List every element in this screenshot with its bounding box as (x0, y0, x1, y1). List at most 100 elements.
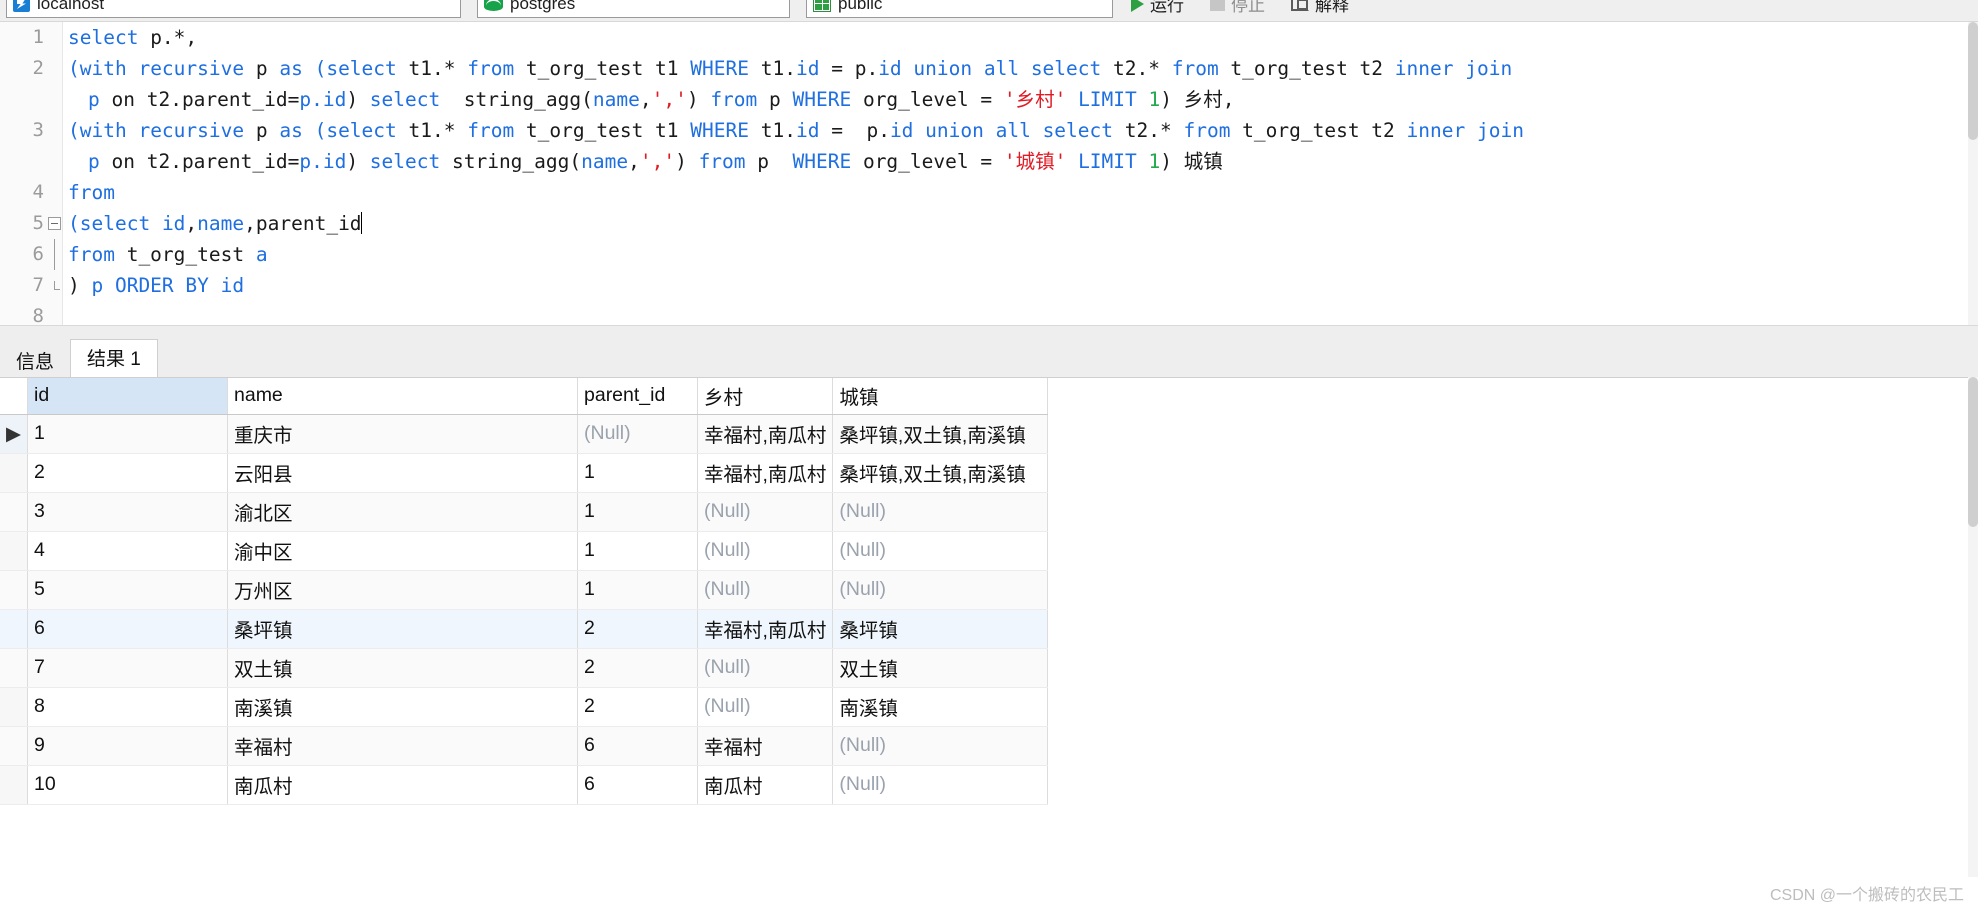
stop-button[interactable]: 停止 (1202, 0, 1273, 19)
sql-code[interactable]: 1 select p.*, 2 (with recursive p as (selec… (0, 22, 1978, 325)
cell-xiangcun[interactable]: (Null) (697, 492, 834, 532)
table-row[interactable]: 9 幸福村 6 幸福村 (Null) (0, 726, 1049, 766)
connection-selector[interactable]: localhost (6, 0, 461, 18)
cell-chengzhen[interactable]: 桑坪镇 (832, 609, 1049, 649)
editor-scroll-thumb[interactable] (1968, 22, 1978, 140)
cell-xiangcun[interactable]: (Null) (697, 570, 834, 610)
cell-name[interactable]: 双土镇 (227, 648, 578, 688)
database-selector[interactable]: postgres (477, 0, 790, 18)
schema-selector[interactable]: public (806, 0, 1113, 18)
table-row[interactable]: 4 渝中区 1 (Null) (Null) (0, 531, 1049, 571)
table-row[interactable]: 2 云阳县 1 幸福村,南瓜村 桑坪镇,双土镇,南溪镇 (0, 453, 1049, 493)
result-tab[interactable]: 结果 1 (70, 339, 158, 377)
cell-chengzhen[interactable]: (Null) (832, 726, 1049, 766)
cell-parent-id[interactable]: 1 (577, 492, 698, 532)
cell-name[interactable]: 幸福村 (227, 726, 578, 766)
cell-parent-id[interactable]: 2 (577, 648, 698, 688)
grid-scroll-thumb[interactable] (1968, 377, 1978, 527)
cell-id[interactable]: 6 (27, 609, 228, 649)
column-header-label: 城镇 (839, 387, 879, 410)
table-row[interactable]: 6 桑坪镇 2 幸福村,南瓜村 桑坪镇 (0, 609, 1049, 649)
cell-parent-id[interactable]: (Null) (577, 414, 698, 454)
cell-id[interactable]: 4 (27, 531, 228, 571)
cell-parent-id[interactable]: 2 (577, 687, 698, 727)
run-button[interactable]: 运行 (1123, 0, 1192, 19)
cell-name[interactable]: 渝中区 (227, 531, 578, 571)
column-header[interactable]: id (27, 378, 228, 415)
cell-value: 6 (584, 773, 595, 795)
cell-xiangcun[interactable]: 幸福村,南瓜村 (697, 609, 834, 649)
table-row[interactable]: 5 万州区 1 (Null) (Null) (0, 570, 1049, 610)
cell-xiangcun[interactable]: (Null) (697, 687, 834, 727)
cell-chengzhen[interactable]: (Null) (832, 492, 1049, 532)
cell-parent-id[interactable]: 6 (577, 726, 698, 766)
cell-value: 10 (34, 773, 56, 795)
cell-parent-id[interactable]: 1 (577, 570, 698, 610)
row-marker[interactable] (0, 609, 28, 649)
cell-chengzhen[interactable]: 桑坪镇,双土镇,南溪镇 (832, 453, 1049, 493)
cell-name[interactable]: 云阳县 (227, 453, 578, 493)
row-marker[interactable] (0, 531, 28, 571)
cell-id[interactable]: 5 (27, 570, 228, 610)
cell-name[interactable]: 南溪镇 (227, 687, 578, 727)
code-line: 4 from (0, 177, 1978, 208)
column-header[interactable]: 城镇 (832, 378, 1049, 415)
column-header[interactable]: 乡村 (697, 378, 834, 415)
sql-editor[interactable]: 1 select p.*, 2 (with recursive p as (selec… (0, 22, 1978, 325)
table-row[interactable]: 10 南瓜村 6 南瓜村 (Null) (0, 765, 1049, 805)
cell-xiangcun[interactable]: (Null) (697, 648, 834, 688)
cell-xiangcun[interactable]: (Null) (697, 531, 834, 571)
grid-vertical-scrollbar[interactable] (1968, 377, 1978, 877)
cell-chengzhen[interactable]: 双土镇 (832, 648, 1049, 688)
row-marker[interactable] (0, 492, 28, 532)
cell-name[interactable]: 南瓜村 (227, 765, 578, 805)
cell-name[interactable]: 重庆市 (227, 414, 578, 454)
row-marker[interactable]: ▶ (0, 414, 28, 454)
result-grid[interactable]: id name parent_id 乡村 城镇 ▶ 1 重庆市 (Null) 幸福村,南瓜村 桑坪镇… (0, 377, 1978, 878)
cell-id[interactable]: 2 (27, 453, 228, 493)
cell-chengzhen[interactable]: (Null) (832, 570, 1049, 610)
row-marker[interactable] (0, 570, 28, 610)
cell-value: 桑坪镇 (234, 620, 293, 642)
cell-id[interactable]: 9 (27, 726, 228, 766)
result-tab-label: 信息 (16, 351, 55, 373)
cell-chengzhen[interactable]: (Null) (832, 531, 1049, 571)
cell-xiangcun[interactable]: 南瓜村 (697, 765, 834, 805)
fold-toggle-icon[interactable] (48, 217, 61, 230)
pane-splitter[interactable] (0, 325, 1978, 340)
cell-chengzhen[interactable]: (Null) (832, 765, 1049, 805)
cell-chengzhen[interactable]: 桑坪镇,双土镇,南溪镇 (832, 414, 1049, 454)
editor-vertical-scrollbar[interactable] (1968, 22, 1978, 325)
row-marker[interactable] (0, 765, 28, 805)
column-header[interactable]: name (227, 378, 578, 415)
row-marker[interactable] (0, 726, 28, 766)
column-header[interactable]: parent_id (577, 378, 698, 415)
cell-id[interactable]: 7 (27, 648, 228, 688)
cell-id[interactable]: 1 (27, 414, 228, 454)
table-row[interactable]: 3 渝北区 1 (Null) (Null) (0, 492, 1049, 532)
result-tab[interactable]: 信息 (0, 343, 70, 377)
cell-xiangcun[interactable]: 幸福村 (697, 726, 834, 766)
table-row[interactable]: 7 双土镇 2 (Null) 双土镇 (0, 648, 1049, 688)
cell-id[interactable]: 3 (27, 492, 228, 532)
cell-parent-id[interactable]: 1 (577, 531, 698, 571)
cell-parent-id[interactable]: 6 (577, 765, 698, 805)
explain-button[interactable]: 解释 (1283, 0, 1357, 19)
cell-parent-id[interactable]: 1 (577, 453, 698, 493)
row-marker[interactable] (0, 648, 28, 688)
row-marker[interactable] (0, 687, 28, 727)
cell-xiangcun[interactable]: 幸福村,南瓜村 (697, 453, 834, 493)
cell-name[interactable]: 渝北区 (227, 492, 578, 532)
grid-corner-cell[interactable] (0, 378, 28, 415)
cell-name[interactable]: 桑坪镇 (227, 609, 578, 649)
cell-name[interactable]: 万州区 (227, 570, 578, 610)
cell-parent-id[interactable]: 2 (577, 609, 698, 649)
row-marker[interactable] (0, 453, 28, 493)
table-row[interactable]: ▶ 1 重庆市 (Null) 幸福村,南瓜村 桑坪镇,双土镇,南溪镇 (0, 414, 1049, 454)
code-text: from t_org_test a (68, 243, 268, 266)
cell-id[interactable]: 10 (27, 765, 228, 805)
cell-chengzhen[interactable]: 南溪镇 (832, 687, 1049, 727)
cell-xiangcun[interactable]: 幸福村,南瓜村 (697, 414, 834, 454)
cell-id[interactable]: 8 (27, 687, 228, 727)
table-row[interactable]: 8 南溪镇 2 (Null) 南溪镇 (0, 687, 1049, 727)
